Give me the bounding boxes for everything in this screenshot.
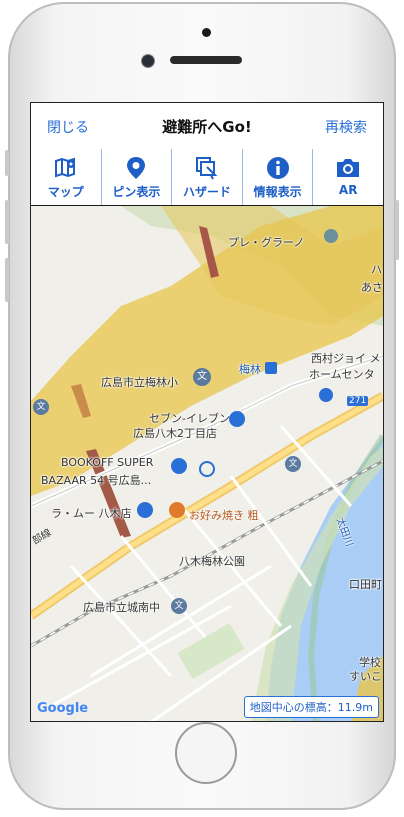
label-park: 八木梅林公園	[179, 555, 245, 568]
info-button[interactable]: 情報表示	[243, 149, 314, 205]
toolbar: マップ ピン表示 ハザード 情報表示 AR	[31, 149, 383, 206]
hazard-label: ハザード	[182, 185, 231, 199]
current-location-icon	[199, 461, 215, 477]
label-seven-eleven: セブン-イレブン	[149, 412, 230, 425]
school-marker-icon[interactable]: 文	[285, 456, 301, 472]
home-button[interactable]	[175, 722, 237, 784]
map-icon	[53, 155, 79, 181]
label-okonomiyaki: お好み焼き 粗	[189, 509, 259, 522]
earpiece-speaker	[170, 56, 242, 64]
pin-label: ピン表示	[112, 185, 161, 199]
google-logo: Google	[37, 701, 88, 716]
info-label: 情報表示	[253, 185, 302, 199]
restaurant-marker-icon[interactable]	[169, 502, 185, 518]
front-camera	[141, 54, 155, 68]
research-button[interactable]: 再検索	[325, 117, 367, 137]
label-nishimatsu: 西村ジョイ メ	[311, 352, 381, 365]
label-suiko: すいこう	[349, 670, 383, 683]
ar-button[interactable]: AR	[313, 149, 383, 205]
label-asa: あさ	[361, 281, 383, 294]
label-jonan-junior-high: 広島市立城南中	[83, 601, 160, 614]
label-bookoff-1: BOOKOFF SUPER	[61, 456, 154, 469]
shop-marker-icon[interactable]	[137, 502, 153, 518]
label-seven-eleven-branch: 広島八木2丁目店	[133, 427, 217, 440]
label-home-center: ホームセンタ	[309, 368, 375, 381]
label-umebayashi-station: 梅林	[239, 363, 261, 376]
label-umebayashi-elem: 広島市立梅林小	[101, 376, 178, 389]
label-bookoff-2: BAZAAR 54 号広島...	[41, 474, 152, 487]
map-view[interactable]: プレ・グラーノ ハ あさ 広島市立梅林小 梅林 西村ジョイ メ ホームセンタ 2…	[31, 206, 383, 721]
navigation-bar: 閉じる 避難所へGo! 再検索	[31, 103, 383, 150]
label-pure-grano: プレ・グラーノ	[228, 236, 305, 249]
info-icon	[265, 155, 291, 181]
label-ha: ハ	[371, 263, 382, 276]
map-button[interactable]: マップ	[31, 149, 102, 205]
label-lamu: ラ・ムー 八木店	[51, 507, 132, 520]
app-screen: 閉じる 避難所へGo! 再検索 マップ ピン表示 ハザード 情報表示 AR プレ…	[30, 102, 384, 722]
school-marker-icon[interactable]: 文	[171, 598, 187, 614]
elevation-readout: 地図中心の標高：11.9m	[243, 696, 379, 718]
pin-icon	[123, 155, 149, 181]
route-271-badge: 271	[347, 396, 369, 406]
school-marker-icon[interactable]: 文	[33, 399, 49, 415]
layers-icon	[194, 155, 220, 181]
school-marker-icon[interactable]: 文	[193, 368, 211, 386]
shop-marker-icon[interactable]	[319, 388, 333, 402]
map-label: マップ	[47, 185, 84, 199]
volume-down-button	[5, 258, 9, 302]
camera-icon	[335, 155, 361, 181]
power-button	[395, 200, 399, 260]
google-logo-text: Google	[37, 701, 89, 716]
ar-label: AR	[338, 183, 358, 197]
shop-marker-icon[interactable]	[229, 411, 245, 427]
label-kuchita: 口田町	[349, 578, 382, 591]
pin-button[interactable]: ピン表示	[102, 149, 173, 205]
mute-switch	[5, 150, 9, 176]
shop-marker-icon[interactable]	[171, 458, 187, 474]
station-marker-icon[interactable]	[265, 362, 277, 374]
sensor-dot	[202, 28, 211, 37]
volume-up-button	[5, 200, 9, 244]
hazard-button[interactable]: ハザード	[172, 149, 243, 205]
